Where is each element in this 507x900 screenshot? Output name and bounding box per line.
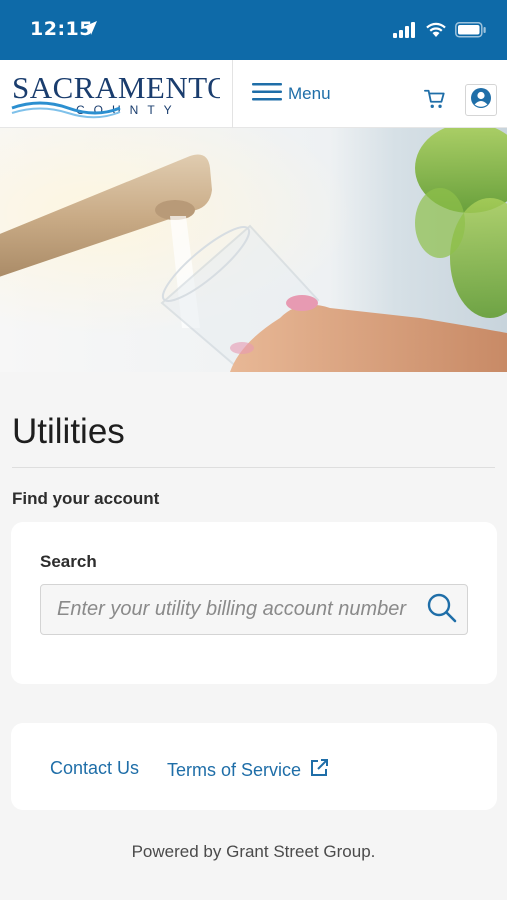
signal-icon [393, 22, 417, 43]
location-arrow-icon [82, 20, 98, 41]
hamburger-icon [252, 82, 282, 107]
cart-button[interactable] [424, 88, 446, 115]
sacramento-county-logo[interactable]: SACRAMENTO COUNTY [10, 68, 230, 120]
cart-icon [424, 89, 446, 114]
find-account-label: Find your account [12, 489, 160, 508]
menu-button[interactable]: Menu [252, 80, 331, 108]
user-account-button[interactable] [465, 84, 497, 116]
wifi-icon [425, 22, 447, 43]
account-search-input[interactable] [41, 585, 419, 634]
search-button[interactable] [425, 593, 459, 627]
battery-icon [455, 22, 487, 43]
links-card: Contact Us Terms of Service [11, 723, 497, 810]
search-label: Search [40, 552, 97, 571]
logo-line2: COUNTY [76, 103, 181, 117]
page-title: Utilities [12, 412, 125, 451]
footer-powered-by: Powered by Grant Street Group. [131, 842, 376, 861]
user-circle-icon [470, 87, 492, 114]
search-box [40, 584, 468, 635]
logo-line1: SACRAMENTO [12, 70, 220, 105]
search-icon [426, 592, 458, 629]
hero-image [0, 128, 507, 372]
header-divider [232, 60, 233, 128]
contact-us-link[interactable]: Contact Us [50, 758, 139, 779]
status-bar: 12:15 [0, 0, 507, 60]
external-link-icon [309, 758, 329, 783]
title-divider [12, 467, 495, 468]
search-card: Search [11, 522, 497, 684]
terms-of-service-link[interactable]: Terms of Service [167, 758, 329, 783]
menu-label: Menu [288, 84, 331, 103]
status-icons [393, 22, 487, 43]
terms-of-service-label: Terms of Service [167, 760, 302, 780]
